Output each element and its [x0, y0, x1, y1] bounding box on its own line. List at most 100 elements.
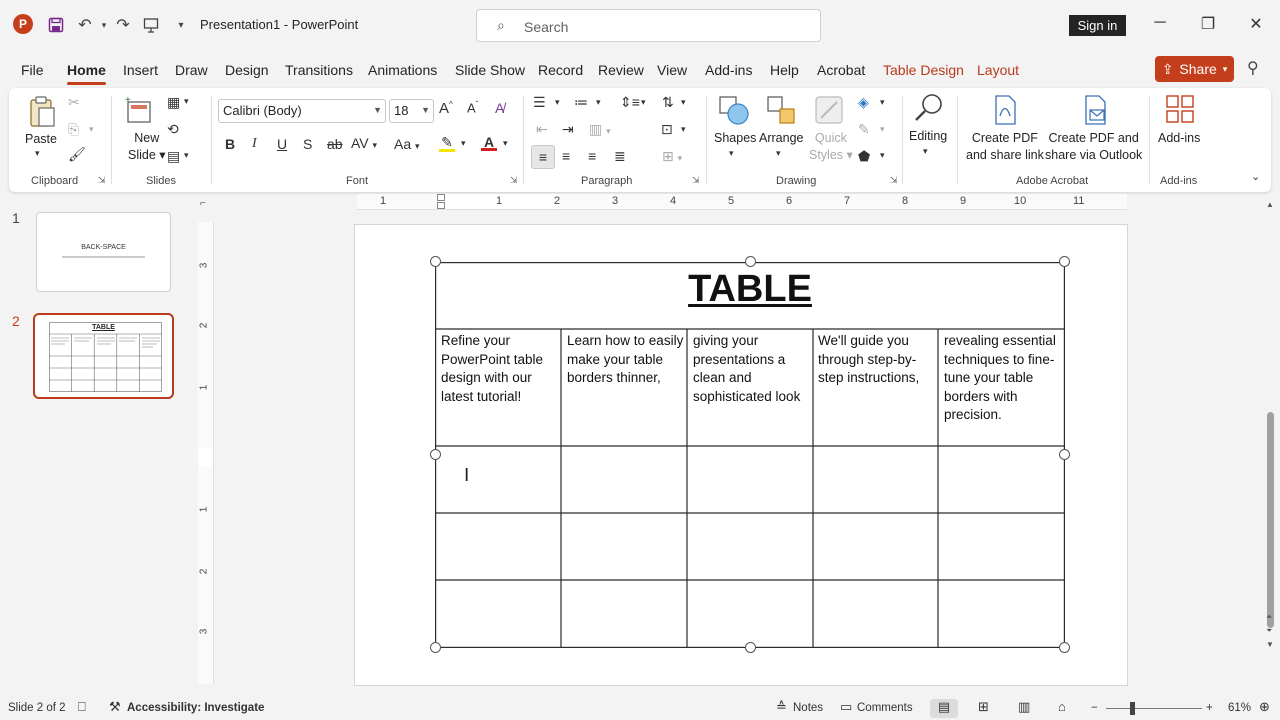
share-button[interactable]: ⇪ Share ▾	[1155, 56, 1234, 82]
font-launcher-icon[interactable]: ⇲	[510, 175, 518, 186]
strikethrough-icon[interactable]: ab	[327, 136, 343, 152]
shape-effects-icon[interactable]: ⬟	[858, 148, 870, 165]
zoom-level[interactable]: 61%	[1228, 702, 1251, 714]
resize-handle[interactable]	[1059, 256, 1070, 267]
tab-draw[interactable]: Draw	[175, 62, 208, 78]
line-spacing-icon[interactable]: ⇕≡	[620, 94, 640, 111]
present-icon[interactable]	[140, 14, 162, 36]
tab-acrobat[interactable]: Acrobat	[817, 62, 865, 78]
tab-file[interactable]: File	[21, 62, 44, 78]
tab-view[interactable]: View	[657, 62, 687, 78]
accessibility-icon[interactable]: ⚒	[109, 699, 121, 715]
section-icon[interactable]: ▤	[167, 148, 180, 165]
tab-insert[interactable]: Insert	[123, 62, 158, 78]
numbering-icon[interactable]: ≔	[574, 94, 588, 111]
tab-home[interactable]: Home	[67, 62, 106, 85]
bullets-dropdown-icon[interactable]: ▾	[555, 97, 560, 108]
resize-handle[interactable]	[430, 642, 441, 653]
collapse-ribbon-icon[interactable]: ⌄	[1251, 170, 1260, 183]
resize-handle[interactable]	[430, 256, 441, 267]
clipboard-launcher-icon[interactable]: ⇲	[98, 175, 106, 186]
tab-review[interactable]: Review	[598, 62, 644, 78]
slideshow-view-icon[interactable]: ⌂	[1058, 699, 1066, 714]
underline-button[interactable]: U	[277, 136, 287, 152]
spelling-icon[interactable]: ⎕	[78, 699, 86, 715]
table-cell[interactable]: revealing essential techniques to fine-t…	[944, 332, 1062, 425]
line-spacing-dropdown-icon[interactable]: ▾	[641, 97, 646, 108]
resize-handle[interactable]	[745, 256, 756, 267]
zoom-slider[interactable]	[1106, 708, 1202, 709]
font-color-dropdown-icon[interactable]: ▾	[503, 138, 508, 149]
section-dropdown-icon[interactable]: ▾	[184, 150, 189, 161]
format-painter-icon[interactable]: 🖌	[68, 146, 86, 163]
quick-styles-label[interactable]: Quick Styles ▾	[809, 130, 853, 164]
bold-button[interactable]: B	[225, 136, 235, 152]
reset-icon[interactable]: ⟲	[167, 121, 179, 138]
slide-sorter-icon[interactable]: ⊞	[978, 699, 989, 715]
tab-table-design[interactable]: Table Design	[883, 62, 964, 78]
indent-marker-icon[interactable]	[437, 202, 445, 209]
search-input[interactable]: ⌕ Search	[476, 9, 821, 42]
resize-handle[interactable]	[1059, 449, 1070, 460]
shapes-icon[interactable]	[717, 94, 751, 128]
vertical-ruler[interactable]: 3 2 1 1 2 3	[198, 222, 214, 684]
layout-icon[interactable]: ▦	[167, 94, 180, 111]
comments-button[interactable]: Comments	[857, 702, 913, 714]
table-title[interactable]: TABLE	[435, 268, 1065, 311]
tab-transitions[interactable]: Transitions	[285, 62, 353, 78]
change-case-button[interactable]: Aa ▾	[394, 136, 420, 152]
sign-in-button[interactable]: Sign in	[1069, 15, 1126, 36]
zoom-out-icon[interactable]: −	[1091, 702, 1098, 714]
shape-outline-icon[interactable]: ✎	[858, 121, 870, 138]
scroll-up-icon[interactable]: ▲	[1266, 200, 1274, 209]
redo-icon[interactable]: ↷	[112, 14, 134, 36]
arrange-icon[interactable]	[765, 94, 799, 128]
font-name-select[interactable]: Calibri (Body) ▼	[218, 99, 386, 123]
copy-icon[interactable]: ⎘	[68, 121, 79, 138]
new-slide-icon[interactable]: +	[123, 94, 155, 126]
cut-icon[interactable]: ✂	[68, 94, 80, 111]
justify-icon[interactable]: ≣	[614, 148, 626, 165]
horizontal-ruler[interactable]: 1 1 2 3 4 5 6 7 8 9 10 11	[357, 194, 1127, 210]
accessibility-status[interactable]: Accessibility: Investigate	[127, 702, 264, 714]
shape-fill-icon[interactable]: ◈	[858, 94, 869, 111]
align-left-button[interactable]: ≡	[531, 145, 555, 169]
tab-add-ins[interactable]: Add-ins	[705, 62, 752, 78]
slide-thumbnail-1[interactable]: BACK-SPACE	[36, 212, 171, 292]
character-spacing-icon[interactable]: AV ▾	[351, 135, 377, 151]
resize-handle[interactable]	[1059, 642, 1070, 653]
text-direction-icon[interactable]: ⇅	[662, 94, 674, 111]
tab-animations[interactable]: Animations	[368, 62, 437, 78]
paste-label[interactable]: Paste	[25, 131, 57, 148]
smartart-icon[interactable]: ⊞ ▾	[662, 148, 682, 165]
highlight-icon[interactable]: ✎	[439, 134, 455, 152]
table-cell[interactable]: giving your presentations a clean and so…	[693, 332, 811, 406]
customize-toolbar-icon[interactable]: ▾	[170, 14, 192, 36]
tab-layout[interactable]: Layout	[977, 62, 1019, 78]
drawing-launcher-icon[interactable]: ⇲	[890, 175, 898, 186]
shape-fill-dropdown-icon[interactable]: ▾	[880, 97, 885, 108]
tab-slide-show[interactable]: Slide Show	[455, 62, 525, 78]
scroll-down-icon[interactable]: ▼	[1266, 640, 1274, 649]
bullets-icon[interactable]: ☰	[533, 94, 546, 111]
create-pdf-icon[interactable]	[991, 94, 1019, 126]
shadow-button[interactable]: S	[303, 136, 312, 152]
shape-outline-dropdown-icon[interactable]: ▾	[880, 124, 885, 135]
layout-dropdown-icon[interactable]: ▾	[184, 96, 189, 107]
shapes-dropdown-icon[interactable]: ▾	[729, 148, 734, 159]
shapes-label[interactable]: Shapes	[714, 130, 756, 147]
indent-marker-icon[interactable]	[437, 194, 445, 201]
tab-record[interactable]: Record	[538, 62, 583, 78]
editing-dropdown-icon[interactable]: ▾	[923, 146, 928, 157]
editing-icon[interactable]	[913, 92, 945, 124]
slide-thumbnail-2[interactable]: TABLE	[33, 313, 174, 399]
paste-dropdown-icon[interactable]: ▾	[35, 148, 40, 159]
resize-handle[interactable]	[430, 449, 441, 460]
columns-icon[interactable]: ▥ ▾	[589, 121, 611, 138]
increase-font-icon[interactable]: A^	[439, 100, 453, 117]
tab-help[interactable]: Help	[770, 62, 799, 78]
new-slide-label[interactable]: New Slide ▾	[128, 130, 166, 164]
notes-button[interactable]: Notes	[793, 702, 823, 714]
restore-icon[interactable]: ❐	[1196, 14, 1220, 34]
paragraph-launcher-icon[interactable]: ⇲	[692, 175, 700, 186]
